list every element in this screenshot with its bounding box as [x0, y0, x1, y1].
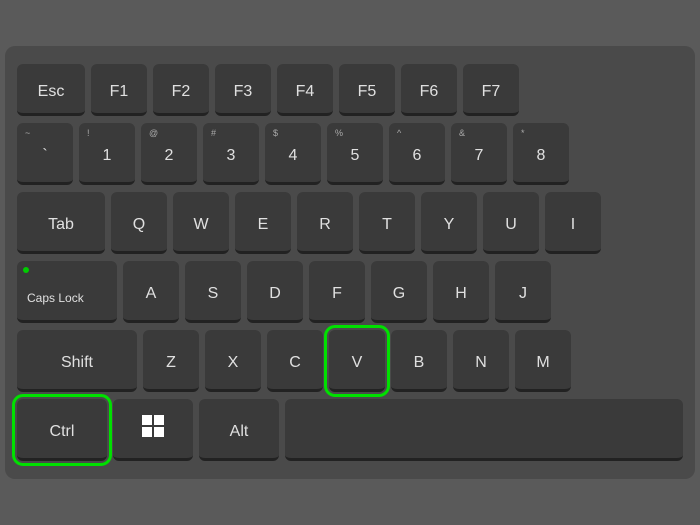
- key-esc[interactable]: Esc: [17, 64, 85, 116]
- key-i[interactable]: I: [545, 192, 601, 254]
- key-f7[interactable]: F7: [463, 64, 519, 116]
- key-m[interactable]: M: [515, 330, 571, 392]
- key-f5[interactable]: F5: [339, 64, 395, 116]
- key-f3[interactable]: F3: [215, 64, 271, 116]
- key-z[interactable]: Z: [143, 330, 199, 392]
- key-a[interactable]: A: [123, 261, 179, 323]
- key-v[interactable]: V: [329, 330, 385, 392]
- key-j[interactable]: J: [495, 261, 551, 323]
- caps-lock-led: [23, 267, 29, 273]
- key-r[interactable]: R: [297, 192, 353, 254]
- key-2[interactable]: @ 2: [141, 123, 197, 185]
- key-5[interactable]: % 5: [327, 123, 383, 185]
- key-b[interactable]: B: [391, 330, 447, 392]
- key-d[interactable]: D: [247, 261, 303, 323]
- key-space[interactable]: [285, 399, 683, 461]
- key-3[interactable]: # 3: [203, 123, 259, 185]
- key-n[interactable]: N: [453, 330, 509, 392]
- key-1[interactable]: ! 1: [79, 123, 135, 185]
- qwerty-row: Tab Q W E R T Y U I: [17, 192, 683, 254]
- key-c[interactable]: C: [267, 330, 323, 392]
- key-y[interactable]: Y: [421, 192, 477, 254]
- key-u[interactable]: U: [483, 192, 539, 254]
- windows-icon: [142, 415, 164, 442]
- asdf-row: Caps Lock A S D F G H J: [17, 261, 683, 323]
- key-f[interactable]: F: [309, 261, 365, 323]
- key-e[interactable]: E: [235, 192, 291, 254]
- key-6[interactable]: ^ 6: [389, 123, 445, 185]
- key-h[interactable]: H: [433, 261, 489, 323]
- key-t[interactable]: T: [359, 192, 415, 254]
- key-g[interactable]: G: [371, 261, 427, 323]
- key-f4[interactable]: F4: [277, 64, 333, 116]
- key-f2[interactable]: F2: [153, 64, 209, 116]
- number-row: ~ ` ! 1 @ 2 # 3 $ 4 % 5 ^ 6 & 7: [17, 123, 683, 185]
- zxcv-row: Shift Z X C V B N M: [17, 330, 683, 392]
- key-tab[interactable]: Tab: [17, 192, 105, 254]
- key-q[interactable]: Q: [111, 192, 167, 254]
- key-w[interactable]: W: [173, 192, 229, 254]
- bottom-row: Ctrl Alt: [17, 399, 683, 461]
- key-7[interactable]: & 7: [451, 123, 507, 185]
- key-s[interactable]: S: [185, 261, 241, 323]
- key-win[interactable]: [113, 399, 193, 461]
- key-8[interactable]: * 8: [513, 123, 569, 185]
- key-alt[interactable]: Alt: [199, 399, 279, 461]
- key-capslock[interactable]: Caps Lock: [17, 261, 117, 323]
- key-f1[interactable]: F1: [91, 64, 147, 116]
- key-x[interactable]: X: [205, 330, 261, 392]
- key-ctrl[interactable]: Ctrl: [17, 399, 107, 461]
- keyboard: Esc F1 F2 F3 F4 F5 F6 F7 ~ ` ! 1 @ 2 # 3…: [5, 46, 695, 479]
- key-f6[interactable]: F6: [401, 64, 457, 116]
- fn-row: Esc F1 F2 F3 F4 F5 F6 F7: [17, 64, 683, 116]
- key-4[interactable]: $ 4: [265, 123, 321, 185]
- key-backtick[interactable]: ~ `: [17, 123, 73, 185]
- key-shift[interactable]: Shift: [17, 330, 137, 392]
